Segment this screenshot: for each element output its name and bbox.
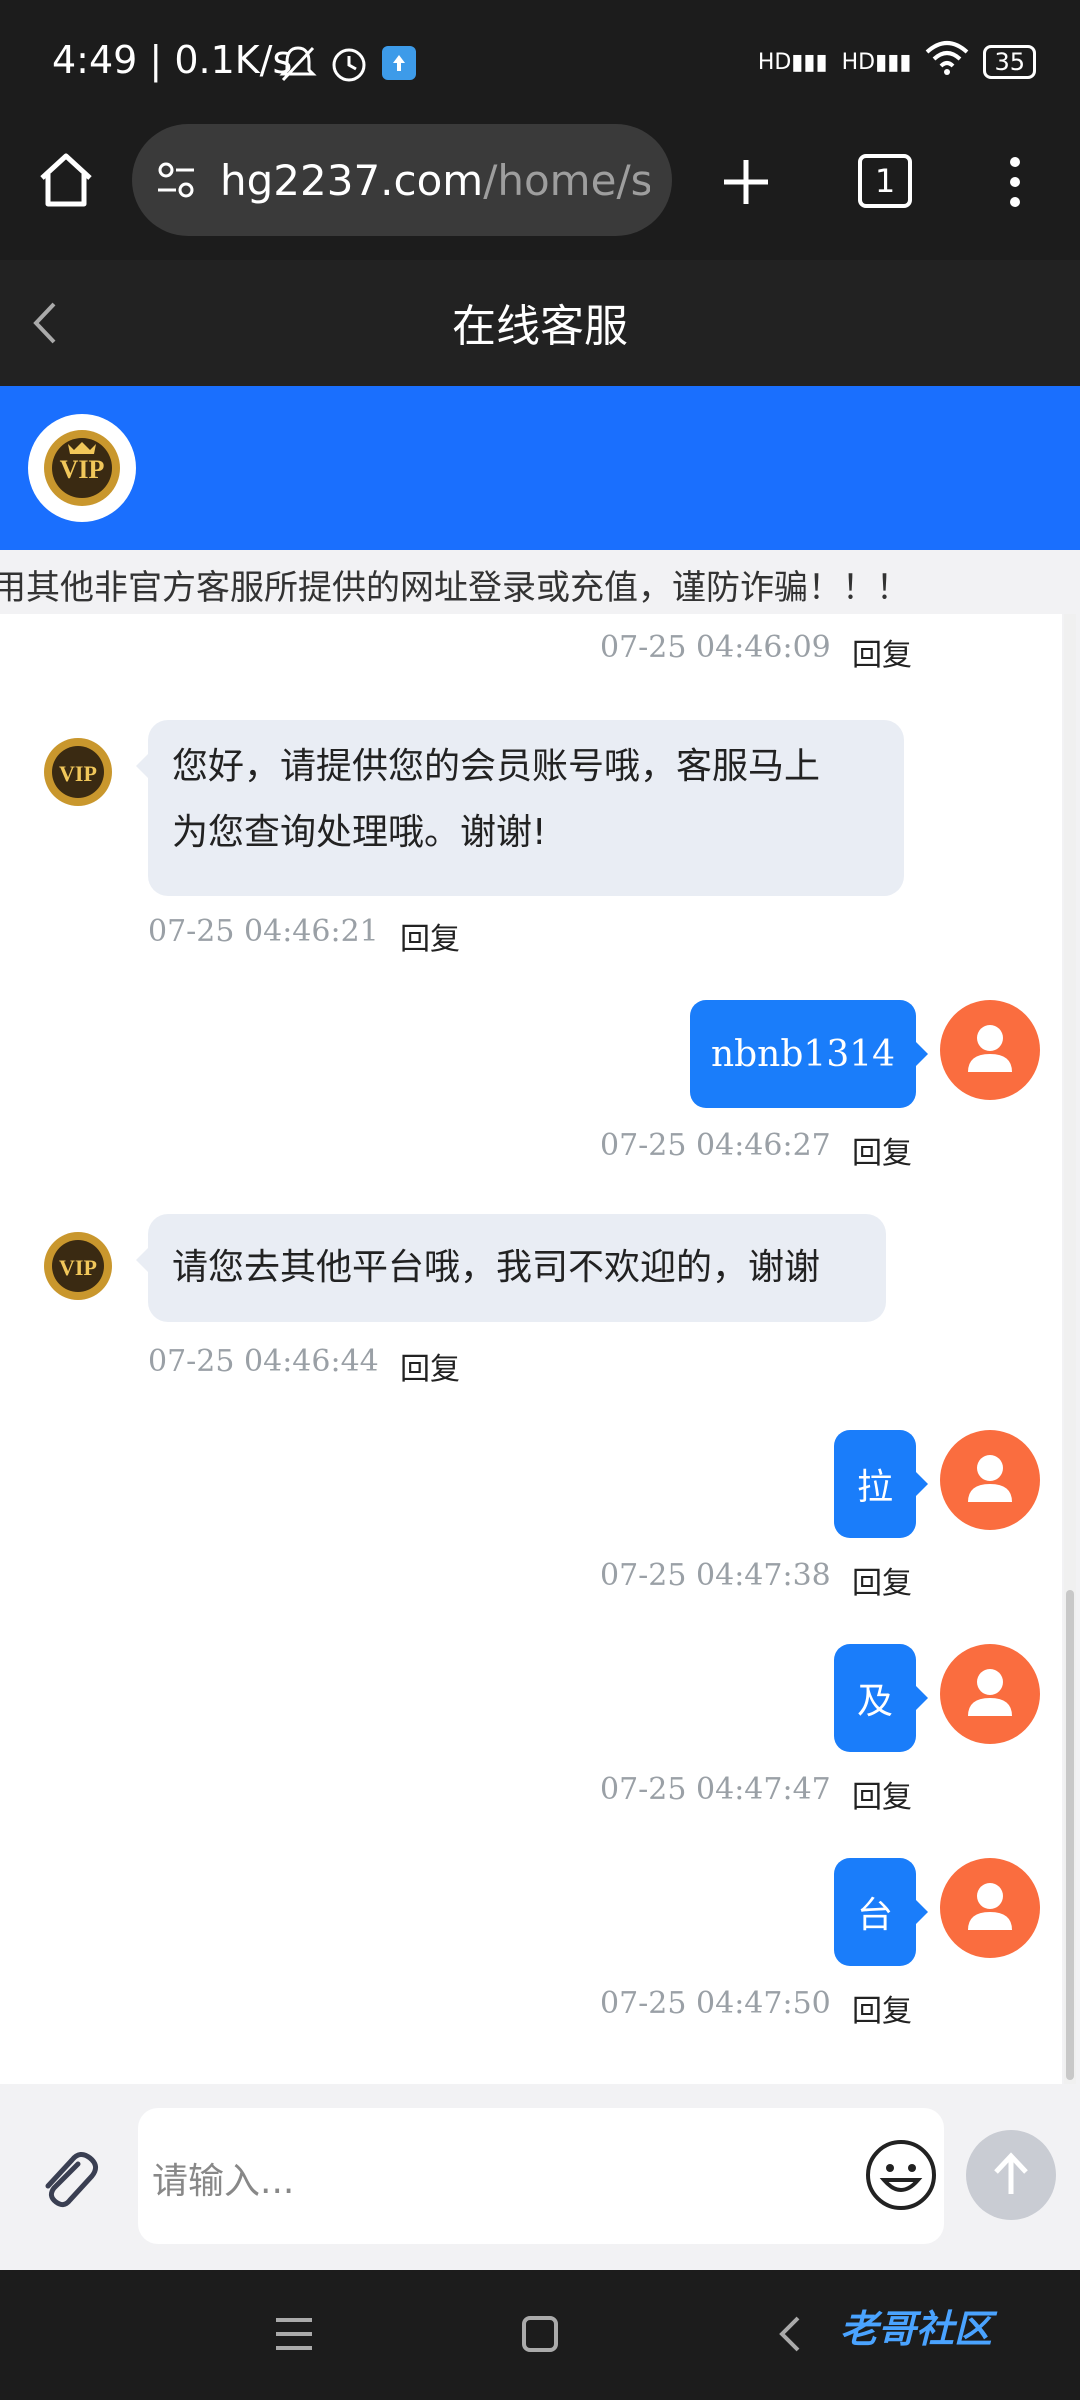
- home-icon: [40, 153, 92, 207]
- address-bar[interactable]: hg2237.com/home/se: [132, 124, 672, 236]
- user-avatar: [940, 1644, 1040, 1744]
- site-settings-icon[interactable]: [154, 158, 198, 202]
- svg-text:VIP: VIP: [59, 1255, 97, 1280]
- square-icon: [522, 2316, 558, 2352]
- page-header: 在线客服: [0, 260, 1080, 386]
- reply-link[interactable]: 回复: [400, 1344, 460, 1388]
- agent-message-bubble: 请您去其他平台哦，我司不欢迎的，谢谢: [136, 1214, 886, 1322]
- reply-link[interactable]: 回复: [400, 914, 460, 958]
- user-message-bubble: 台: [834, 1858, 928, 1966]
- agent-avatar: VIP: [28, 414, 136, 522]
- url-text[interactable]: hg2237.com/home/se: [220, 156, 650, 205]
- message-timestamp: 07-25 04:46:21: [148, 914, 379, 949]
- chevron-left-icon: [779, 2316, 800, 2352]
- signal-icon-2: HD▮▮▮: [841, 49, 912, 75]
- home-button[interactable]: [34, 148, 98, 212]
- signal-icon-1: HD▮▮▮: [757, 49, 828, 75]
- vip-badge-icon: VIP: [44, 430, 120, 506]
- system-nav-bar: 老哥社区: [0, 2270, 1080, 2400]
- message-input-bar: 请输入...: [0, 2088, 1080, 2268]
- user-avatar: [940, 1858, 1040, 1958]
- alarm-icon: [328, 42, 370, 88]
- message-line: 为您查询处理哦。谢谢!: [172, 812, 547, 853]
- tab-switcher-button[interactable]: 1: [858, 154, 912, 208]
- message-timestamp: 07-25 04:47:38: [600, 1558, 831, 1593]
- user-message-bubble: nbnb1314: [690, 1000, 928, 1108]
- user-avatar: [940, 1000, 1040, 1100]
- watermark-logo: 老哥社区: [840, 2307, 993, 2351]
- message-text: 台: [856, 1895, 893, 1936]
- attach-button[interactable]: [34, 2146, 104, 2216]
- user-message-bubble: 拉: [834, 1430, 928, 1538]
- svg-text:VIP: VIP: [59, 761, 97, 786]
- paperclip-icon: [45, 2152, 98, 2208]
- agent-message-bubble: 您好，请提供您的会员账号哦，客服马上 为您查询处理哦。谢谢!: [136, 720, 904, 896]
- plus-icon: [724, 160, 768, 204]
- status-bar: 4:49 | 0.1K/s HD▮▮▮ HD▮▮▮ 35: [0, 0, 1080, 124]
- status-time: 4:49 | 0.1K/s: [52, 38, 293, 82]
- message-timestamp: 07-25 04:47:47: [600, 1772, 831, 1807]
- reply-link[interactable]: 回复: [852, 630, 912, 674]
- reply-link[interactable]: 回复: [852, 1558, 912, 1602]
- reply-link[interactable]: 回复: [852, 1986, 912, 2030]
- message-timestamp: 07-25 04:46:09: [600, 630, 831, 665]
- more-vertical-icon: [1010, 157, 1020, 207]
- agent-banner: VIP: [0, 386, 1080, 550]
- home-nav-button[interactable]: [518, 2312, 562, 2360]
- message-timestamp: 07-25 04:46:27: [600, 1128, 831, 1163]
- person-icon: [968, 1025, 1012, 1072]
- message-text: nbnb1314: [710, 1033, 896, 1075]
- message-text: 拉: [856, 1467, 893, 1508]
- status-right-icons: HD▮▮▮ HD▮▮▮ 35: [758, 40, 1036, 84]
- agent-avatar: VIP: [32, 1220, 124, 1312]
- recents-button[interactable]: [272, 2312, 316, 2360]
- message-line: 您好，请提供您的会员账号哦，客服马上: [172, 746, 821, 787]
- user-message-bubble: 及: [834, 1644, 928, 1752]
- message-timestamp: 07-25 04:46:44: [148, 1344, 379, 1379]
- battery-icon: 35: [983, 45, 1036, 79]
- new-tab-button[interactable]: [716, 152, 776, 212]
- smiley-icon: [866, 2140, 936, 2210]
- reply-link[interactable]: 回复: [852, 1128, 912, 1172]
- notice-text: 用其他非官方客服所提供的网址登录或充值，谨防诈骗！！！: [0, 568, 910, 608]
- message-timestamp: 07-25 04:47:50: [600, 1986, 831, 2021]
- page-title: 在线客服: [452, 301, 628, 352]
- person-icon: [968, 1455, 1012, 1502]
- agent-avatar: VIP: [32, 726, 124, 818]
- wifi-icon: [925, 40, 969, 84]
- back-nav-button[interactable]: [768, 2312, 812, 2360]
- message-input[interactable]: 请输入...: [138, 2108, 944, 2244]
- vip-badge-icon: VIP: [44, 738, 112, 806]
- message-line: 请您去其他平台哦，我司不欢迎的，谢谢: [172, 1247, 821, 1288]
- upload-notification-icon: [382, 46, 416, 80]
- person-icon: [968, 1883, 1012, 1930]
- svg-text:VIP: VIP: [60, 455, 105, 484]
- chat-area[interactable]: 07-25 04:46:09 回复 VIP 您好，请提供您的会员账号哦，客服马上…: [0, 614, 1062, 2084]
- user-avatar: [940, 1430, 1040, 1530]
- emoji-button[interactable]: [864, 2138, 938, 2212]
- input-placeholder: 请输入...: [152, 2161, 295, 2202]
- person-icon: [968, 1669, 1012, 1716]
- menu-lines-icon: [276, 2318, 312, 2350]
- send-button[interactable]: [966, 2130, 1056, 2220]
- fraud-notice: 用其他非官方客服所提供的网址登录或充值，谨防诈骗！！！: [0, 550, 1080, 610]
- chat-scrollbar-thumb[interactable]: [1066, 1590, 1074, 2080]
- reply-link[interactable]: 回复: [852, 1772, 912, 1816]
- browser-menu-button[interactable]: [1000, 150, 1030, 214]
- mute-icon: [278, 44, 318, 88]
- vip-badge-icon: VIP: [44, 1232, 112, 1300]
- browser-toolbar: hg2237.com/home/se 1: [0, 124, 1080, 260]
- message-text: 及: [856, 1681, 893, 1722]
- arrow-up-icon: [994, 2152, 1028, 2194]
